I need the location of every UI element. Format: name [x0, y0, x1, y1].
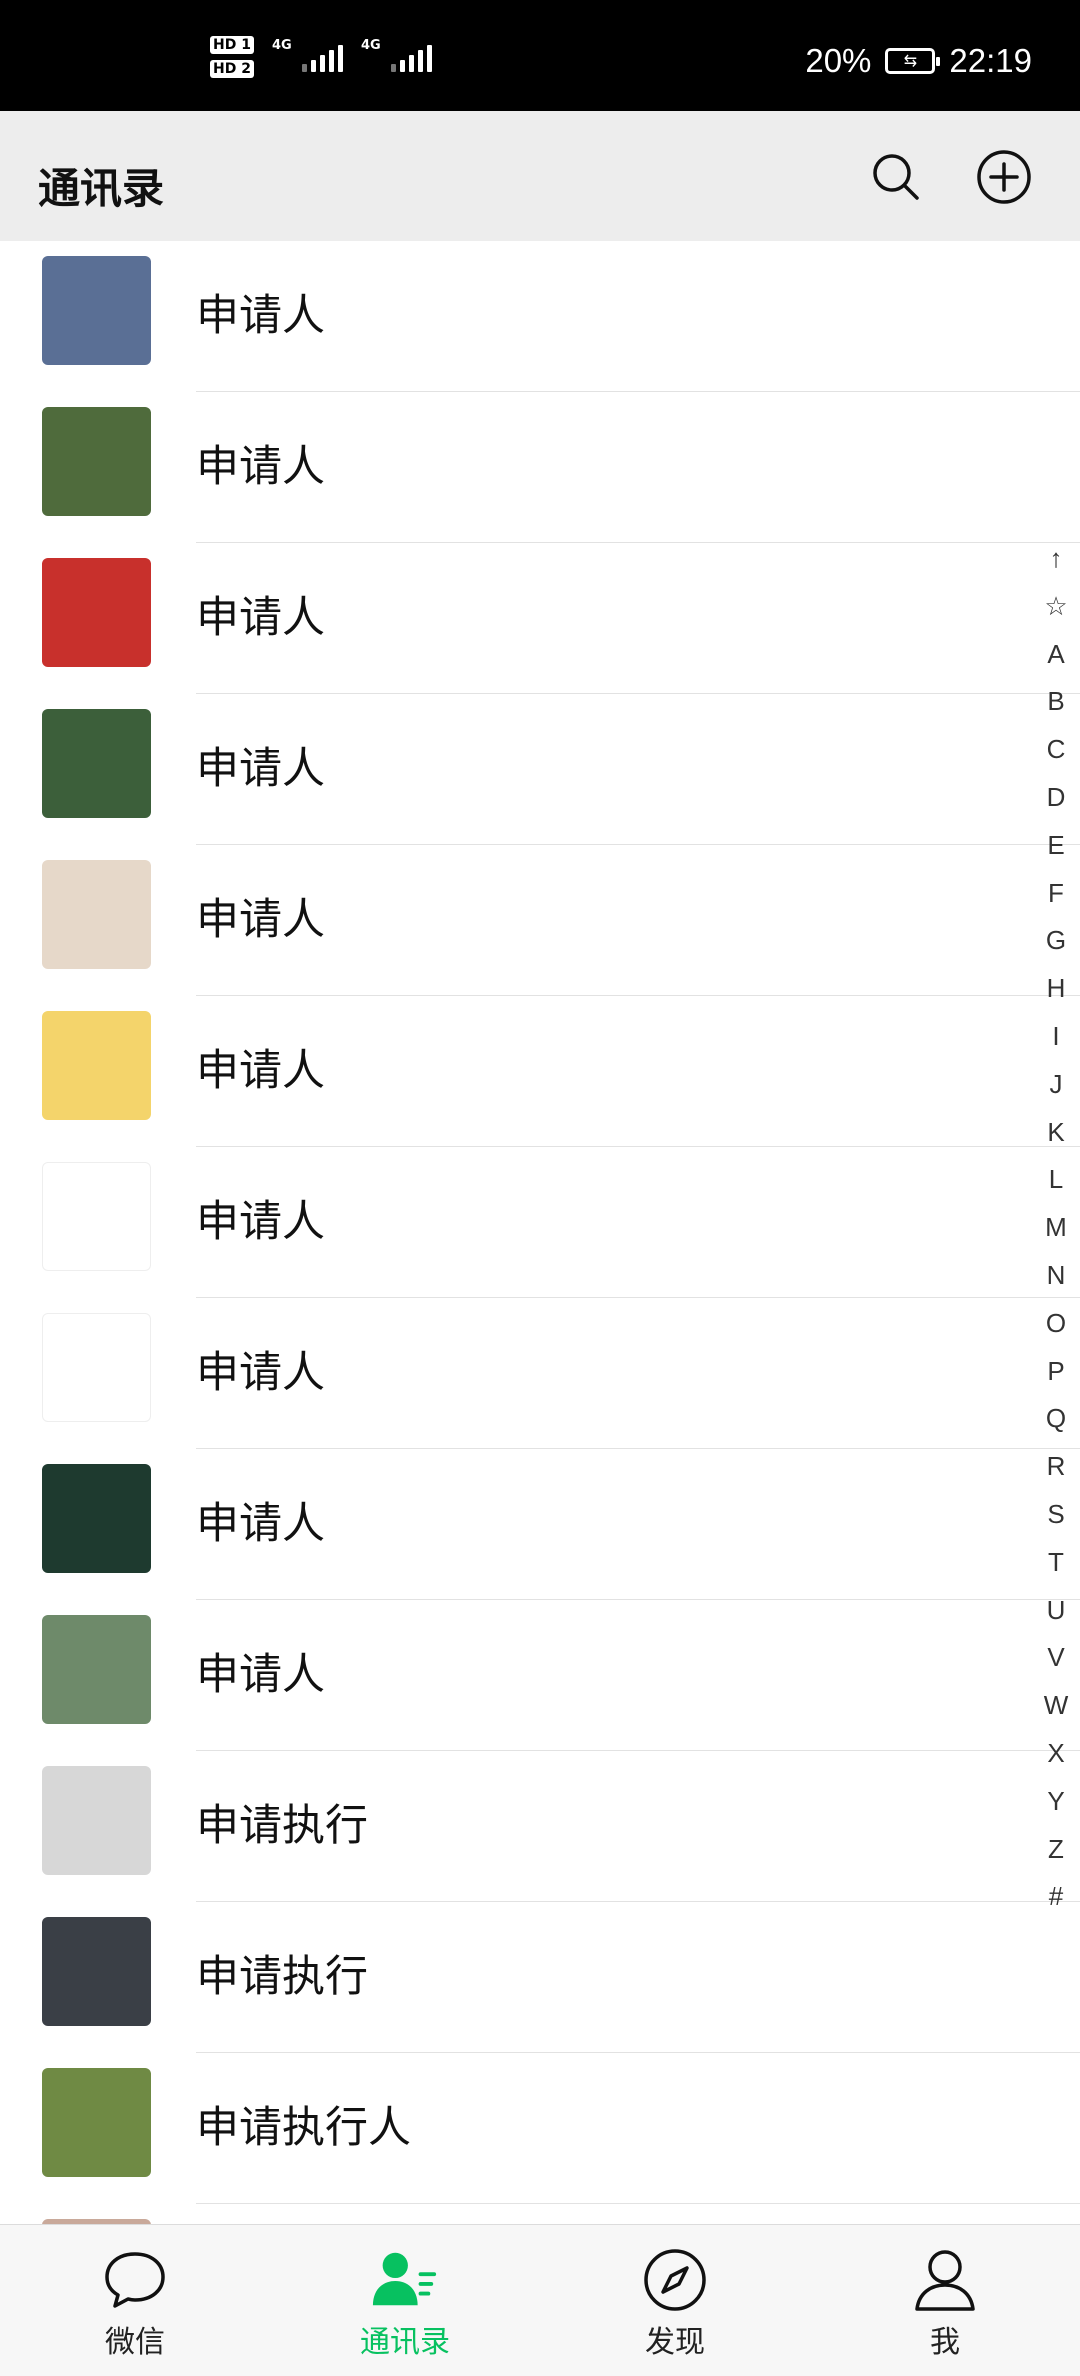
- contact-name: 申请人: [196, 1046, 325, 1096]
- status-network: HD 1 HD 2 4G 4G: [210, 36, 432, 78]
- tab-contacts[interactable]: 通讯录: [270, 2225, 540, 2376]
- contact-row[interactable]: 申请人: [0, 845, 1080, 996]
- page-title: 通讯录: [38, 164, 165, 213]
- index-letter[interactable]: P: [1047, 1348, 1064, 1396]
- signal-icon: 4G: [272, 38, 343, 72]
- tab-label: 发现: [645, 2325, 705, 2360]
- contact-row[interactable]: 申请执行: [0, 1751, 1080, 1902]
- index-letter[interactable]: J: [1050, 1061, 1063, 1109]
- top-header: 通讯录: [0, 111, 1080, 241]
- contact-row[interactable]: 申请人: [0, 694, 1080, 845]
- index-letter[interactable]: #: [1049, 1873, 1063, 1921]
- avatar: [42, 1615, 151, 1724]
- index-letter[interactable]: E: [1047, 822, 1064, 870]
- compass-icon: [640, 2245, 710, 2315]
- index-letter[interactable]: N: [1047, 1252, 1066, 1300]
- clock: 22:19: [949, 42, 1032, 79]
- contact-name: 申请人: [196, 1197, 325, 1247]
- index-letter[interactable]: X: [1047, 1730, 1064, 1778]
- index-letter[interactable]: U: [1047, 1587, 1066, 1635]
- contacts-icon: [370, 2245, 440, 2315]
- index-letter[interactable]: I: [1052, 1013, 1059, 1061]
- bottom-tab-bar: 微信 通讯录 发现 我: [0, 2224, 1080, 2376]
- contact-name: 申请人: [196, 1650, 325, 1700]
- index-letter[interactable]: A: [1047, 631, 1064, 679]
- index-letter[interactable]: R: [1047, 1443, 1066, 1491]
- avatar: [42, 558, 151, 667]
- contact-name: 申请人: [196, 895, 325, 945]
- search-icon[interactable]: [868, 149, 924, 205]
- avatar: [42, 1011, 151, 1120]
- tab-label: 通讯录: [360, 2325, 450, 2360]
- status-bar: HD 1 HD 2 4G 4G 20% ⇆ 22:19: [0, 0, 1080, 111]
- index-letter[interactable]: D: [1047, 774, 1066, 822]
- index-letter[interactable]: S: [1047, 1491, 1064, 1539]
- index-letter[interactable]: L: [1049, 1156, 1063, 1204]
- index-letter[interactable]: T: [1048, 1539, 1064, 1587]
- index-letter[interactable]: C: [1047, 726, 1066, 774]
- battery-percent: 20%: [805, 42, 872, 79]
- tab-label: 微信: [105, 2325, 165, 2360]
- contact-row[interactable]: 申请人: [0, 996, 1080, 1147]
- contact-name: 申请执行人: [196, 2103, 411, 2153]
- contact-name: 申请人: [196, 1499, 325, 1549]
- avatar: [42, 1766, 151, 1875]
- contact-name: 申请人: [196, 744, 325, 794]
- tab-me[interactable]: 我: [810, 2225, 1080, 2376]
- contact-row[interactable]: 申请人: [0, 543, 1080, 694]
- contact-name: 申请人: [196, 593, 325, 643]
- index-letter[interactable]: O: [1046, 1300, 1066, 1348]
- index-letter[interactable]: B: [1047, 678, 1064, 726]
- contact-list[interactable]: 申请人 申请人 申请人 申请人 申请人 申请人 申请人 申请人 申请人 申请人 …: [0, 241, 1080, 2224]
- chat-bubble-icon: [100, 2245, 170, 2315]
- person-icon: [910, 2245, 980, 2315]
- avatar: [42, 1917, 151, 2026]
- index-letter[interactable]: K: [1047, 1109, 1064, 1157]
- hd2-badge: HD 2: [210, 60, 254, 78]
- contact-name: 申请执行: [196, 1952, 368, 2002]
- avatar: [42, 1464, 151, 1573]
- alphabet-index[interactable]: ↑ ☆ A B C D E F G H I J K L M N O P Q R S T U V W X Y Z #: [1038, 535, 1074, 1921]
- index-letter[interactable]: M: [1045, 1204, 1067, 1252]
- net2-label: 4G: [360, 38, 381, 53]
- contact-row[interactable]: 申请人: [0, 392, 1080, 543]
- index-letter[interactable]: Z: [1048, 1826, 1064, 1874]
- net1-label: 4G: [271, 38, 292, 53]
- index-letter[interactable]: Y: [1047, 1778, 1064, 1826]
- avatar: [42, 1162, 151, 1271]
- signal-icon-2: 4G: [361, 38, 432, 72]
- plus-circle-icon[interactable]: [976, 149, 1032, 205]
- tab-chats[interactable]: 微信: [0, 2225, 270, 2376]
- contact-row[interactable]: 申请人: [0, 1449, 1080, 1600]
- index-letter[interactable]: F: [1048, 870, 1064, 918]
- hd1-badge: HD 1: [210, 36, 254, 54]
- contact-name: 申请人: [196, 442, 325, 492]
- contact-row[interactable]: 申请执行人: [0, 2053, 1080, 2204]
- index-letter[interactable]: V: [1047, 1634, 1064, 1682]
- index-letter[interactable]: ↑: [1050, 535, 1063, 583]
- contact-row[interactable]: 申请人: [0, 1147, 1080, 1298]
- contact-row[interactable]: [0, 2204, 1080, 2224]
- index-letter[interactable]: W: [1044, 1682, 1069, 1730]
- contact-row[interactable]: 申请人: [0, 241, 1080, 392]
- tab-discover[interactable]: 发现: [540, 2225, 810, 2376]
- index-letter[interactable]: Q: [1046, 1395, 1066, 1443]
- tab-label: 我: [930, 2325, 960, 2360]
- avatar: [42, 1313, 151, 1422]
- index-letter[interactable]: G: [1046, 917, 1066, 965]
- contact-row[interactable]: 申请执行: [0, 1902, 1080, 2053]
- avatar: [42, 860, 151, 969]
- contact-row[interactable]: 申请人: [0, 1298, 1080, 1449]
- index-letter[interactable]: H: [1047, 965, 1066, 1013]
- avatar: [42, 2068, 151, 2177]
- contact-row[interactable]: 申请人: [0, 1600, 1080, 1751]
- avatar: [42, 709, 151, 818]
- index-letter[interactable]: ☆: [1044, 583, 1067, 631]
- avatar: [42, 256, 151, 365]
- contact-name: 申请执行: [196, 1801, 368, 1851]
- battery-icon: ⇆: [885, 48, 941, 74]
- contact-name: 申请人: [196, 1348, 325, 1398]
- contact-name: 申请人: [196, 291, 325, 341]
- avatar: [42, 407, 151, 516]
